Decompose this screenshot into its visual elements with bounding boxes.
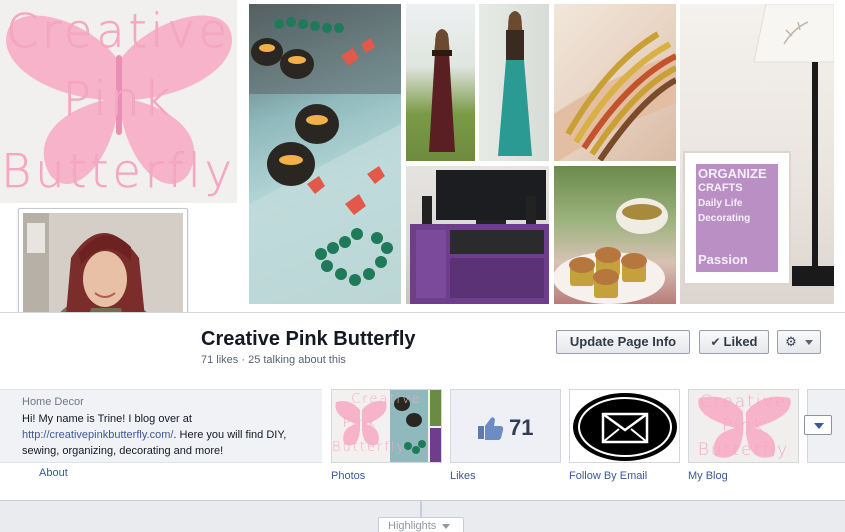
my-blog-app-label[interactable]: My Blog [688, 470, 728, 482]
likes-app-tile[interactable]: 71 [450, 389, 561, 463]
timeline-spine [420, 501, 422, 517]
page-description: Hi! My name is Trine! I blog over at htt… [22, 411, 300, 459]
poster-line-crafts: CRAFTS [698, 182, 743, 194]
logo-word-pink: Pink [62, 72, 175, 126]
page-category: Home Decor [22, 396, 84, 408]
highlights-dropdown[interactable]: Highlights [378, 517, 464, 532]
chevron-down-icon [814, 423, 824, 429]
liked-label: Liked [723, 334, 758, 349]
follow-by-email-app-tile[interactable] [569, 389, 680, 463]
photos-app-label[interactable]: Photos [331, 470, 365, 482]
photos-app-tile[interactable]: Creative Pink Butterfly [331, 389, 442, 463]
photos-thumb-word-butterfly: Butterfly [332, 440, 407, 455]
blog-thumb-word-butterfly: Butterfly [697, 440, 790, 460]
page-title[interactable]: Creative Pink Butterfly [201, 328, 416, 351]
liked-button[interactable]: ✔ Liked [699, 330, 769, 354]
page-stats: 71 likes · 25 talking about this [201, 354, 346, 366]
about-link[interactable]: About [39, 467, 68, 479]
likes-app-label[interactable]: Likes [450, 470, 476, 482]
logo-word-creative: Creative [6, 4, 231, 58]
teal-skirt-photo [479, 4, 549, 161]
check-icon: ✔ [710, 335, 721, 349]
update-page-info-button[interactable]: Update Page Info [556, 330, 690, 354]
chevron-down-icon [442, 523, 451, 529]
poster-line-organize: ORGANIZE [698, 166, 767, 181]
update-page-info-label: Update Page Info [569, 334, 677, 349]
highlights-label: Highlights [388, 520, 437, 532]
butterfly-logo-image: Creative Pink Butterfly [0, 0, 237, 203]
page-header-bar: Creative Pink Butterfly 71 likes · 25 ta… [0, 312, 845, 388]
thumbs-up-icon [478, 417, 504, 440]
blog-thumb-word-pink: Pink [721, 416, 766, 436]
purple-tv-stand-photo [406, 166, 549, 304]
likes-count: 71 [509, 415, 534, 440]
gold-bracelets-photo [554, 4, 676, 161]
timeline-strip: Highlights [0, 500, 845, 532]
follow-by-email-app-label[interactable]: Follow By Email [569, 470, 647, 482]
organize-frame-and-lamp-photo: ORGANIZE CRAFTS Daily Life Decorating Pa… [680, 4, 834, 304]
maxi-dress-photo [406, 4, 475, 161]
cupcakes-photo [554, 166, 676, 304]
blog-link[interactable]: http://creativepinkbutterfly.com/ [22, 429, 173, 441]
poster-line-passion: Passion [698, 252, 748, 267]
my-blog-app-tile[interactable]: Creative Pink Butterfly [688, 389, 799, 463]
poster-line-daily-life: Daily Life [698, 198, 743, 209]
gear-icon: ⚙ [785, 334, 797, 349]
photos-thumb-word-pink: Pink [342, 416, 378, 431]
settings-dropdown-button[interactable]: ⚙ [777, 330, 821, 354]
blog-thumb-word-creative: Creative [699, 392, 788, 412]
poster-line-decorating: Decorating [698, 213, 751, 224]
photos-thumb-word-creative: Creative [351, 392, 422, 407]
page-info-row: Home Decor Hi! My name is Trine! I blog … [0, 388, 845, 500]
chevron-down-icon [804, 340, 813, 346]
logo-word-butterfly: Butterfly [1, 144, 236, 198]
envelope-icon [573, 393, 677, 461]
candles-and-beads-photo [249, 4, 401, 304]
more-apps-button[interactable] [804, 415, 832, 435]
about-box: Home Decor Hi! My name is Trine! I blog … [0, 389, 322, 463]
bio-text-start: Hi! My name is Trine! I blog over at [22, 413, 192, 425]
